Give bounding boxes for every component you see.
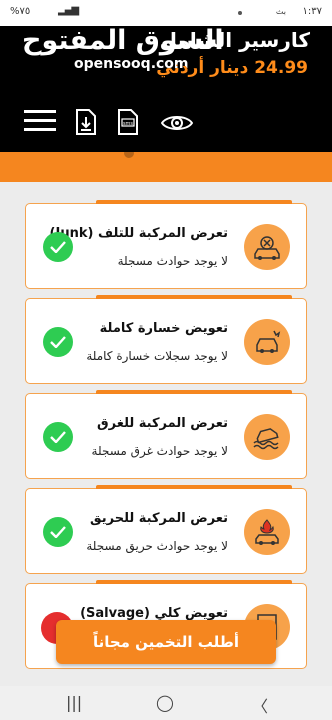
- check-ok-icon: [43, 232, 73, 262]
- system-nav-bar: ||| ◯ 〈: [0, 686, 332, 720]
- download-icon[interactable]: [75, 108, 97, 140]
- card-accent: [96, 580, 292, 584]
- sms-icon[interactable]: sms: [117, 108, 139, 140]
- svg-text:sms: sms: [123, 121, 133, 127]
- orange-band: [0, 148, 332, 182]
- check-subtitle: لا يوجد سجلات خسارة كاملة: [86, 349, 228, 363]
- battery-level: %٧٥: [10, 6, 31, 17]
- request-estimate-button[interactable]: أطلب التخمين مجاناً: [56, 620, 276, 664]
- home-icon[interactable]: ◯: [156, 693, 174, 712]
- status-dot: [238, 11, 242, 15]
- check-card-fire[interactable]: تعرض المركبة للحريق لا يوجد حوادث حريق م…: [25, 485, 307, 574]
- check-ok-icon: [43, 327, 73, 357]
- menu-icon[interactable]: [24, 108, 56, 138]
- report-price: 24.99 دينار أردني: [156, 58, 308, 78]
- status-network: بث: [275, 7, 286, 16]
- status-time: ١:٣٧: [302, 6, 322, 17]
- check-title: تعرض المركبة للحريق: [90, 511, 228, 526]
- signal-icon: ▂▄▆: [58, 5, 79, 16]
- band-notch: [124, 148, 134, 158]
- card-accent: [96, 200, 292, 204]
- check-ok-icon: [43, 422, 73, 452]
- check-title: تعرض المركبة للتلف (Junk): [50, 226, 228, 241]
- check-title: تعويض خسارة كاملة: [99, 321, 228, 336]
- check-title: تعرض المركبة للغرق: [97, 416, 228, 431]
- recent-apps-icon[interactable]: |||: [66, 693, 82, 712]
- flood-car-icon: [244, 414, 290, 460]
- fire-car-icon: [244, 509, 290, 555]
- header: السوق المفتوح opensooq.com كارسير الشامل…: [0, 26, 332, 152]
- card-accent: [96, 295, 292, 299]
- page-title: كارسير الشامل: [159, 28, 310, 52]
- card-accent: [96, 390, 292, 394]
- check-card-junk[interactable]: تعرض المركبة للتلف (Junk) لا يوجد حوادث …: [25, 200, 307, 289]
- check-ok-icon: [43, 517, 73, 547]
- check-card-total-loss[interactable]: تعويض خسارة كاملة لا يوجد سجلات خسارة كا…: [25, 295, 307, 384]
- eye-icon[interactable]: [160, 112, 194, 138]
- check-subtitle: لا يوجد حوادث مسجلة: [117, 254, 228, 268]
- check-card-flood[interactable]: تعرض المركبة للغرق لا يوجد حوادث غرق مسج…: [25, 390, 307, 479]
- back-icon[interactable]: 〈: [252, 693, 268, 717]
- check-subtitle: لا يوجد حوادث غرق مسجلة: [91, 444, 228, 458]
- card-accent: [96, 485, 292, 489]
- junk-car-icon: [244, 224, 290, 270]
- check-title: تعويض كلي (Salvage): [80, 606, 228, 621]
- status-bar: ١:٣٧ بث %٧٥ ▂▄▆: [0, 0, 332, 26]
- total-loss-icon: [244, 319, 290, 365]
- check-subtitle: لا يوجد حوادث حريق مسجلة: [86, 539, 228, 553]
